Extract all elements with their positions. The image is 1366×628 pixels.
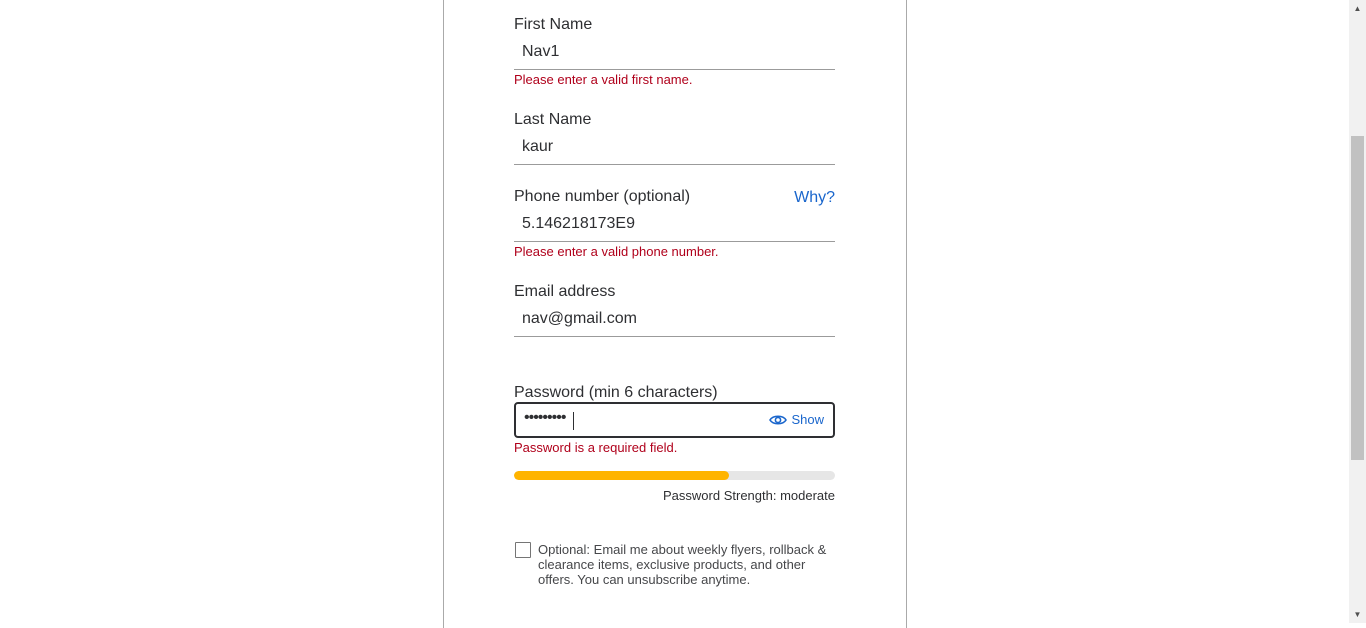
first-name-label: First Name [514, 16, 593, 33]
last-name-label: Last Name [514, 111, 592, 128]
email-label: Email address [514, 283, 616, 300]
first-name-field[interactable]: Nav1 [514, 40, 835, 70]
password-strength-text: Password Strength: moderate [663, 488, 835, 503]
password-error: Password is a required field. [514, 440, 678, 455]
text-caret [573, 412, 574, 430]
password-field[interactable]: ••••••••• Show [514, 402, 835, 438]
email-optin-label: Optional: Email me about weekly flyers, … [538, 542, 827, 587]
show-password-label: Show [791, 412, 824, 427]
eye-icon [769, 414, 788, 425]
arrow-down-icon[interactable]: ▼ [1349, 606, 1366, 623]
password-label: Password (min 6 characters) [514, 384, 718, 401]
last-name-field[interactable]: kaur [514, 135, 835, 165]
phone-field[interactable]: 5.146218173E9 [514, 212, 835, 242]
email-field[interactable]: nav@gmail.com [514, 307, 835, 337]
phone-label: Phone number (optional) [514, 188, 691, 205]
phone-error: Please enter a valid phone number. [514, 244, 719, 259]
arrow-up-icon[interactable]: ▲ [1349, 0, 1366, 17]
password-strength-fill [514, 471, 730, 480]
password-strength-bar [514, 471, 835, 480]
scrollbar-thumb[interactable] [1351, 136, 1364, 460]
vertical-scrollbar[interactable]: ▲ ▼ [1349, 0, 1366, 623]
why-link[interactable]: Why? [794, 189, 835, 207]
password-masked-value: ••••••••• [524, 409, 566, 426]
show-password-button[interactable]: Show [769, 412, 824, 427]
first-name-error: Please enter a valid first name. [514, 72, 693, 87]
email-optin-checkbox[interactable] [515, 542, 531, 558]
